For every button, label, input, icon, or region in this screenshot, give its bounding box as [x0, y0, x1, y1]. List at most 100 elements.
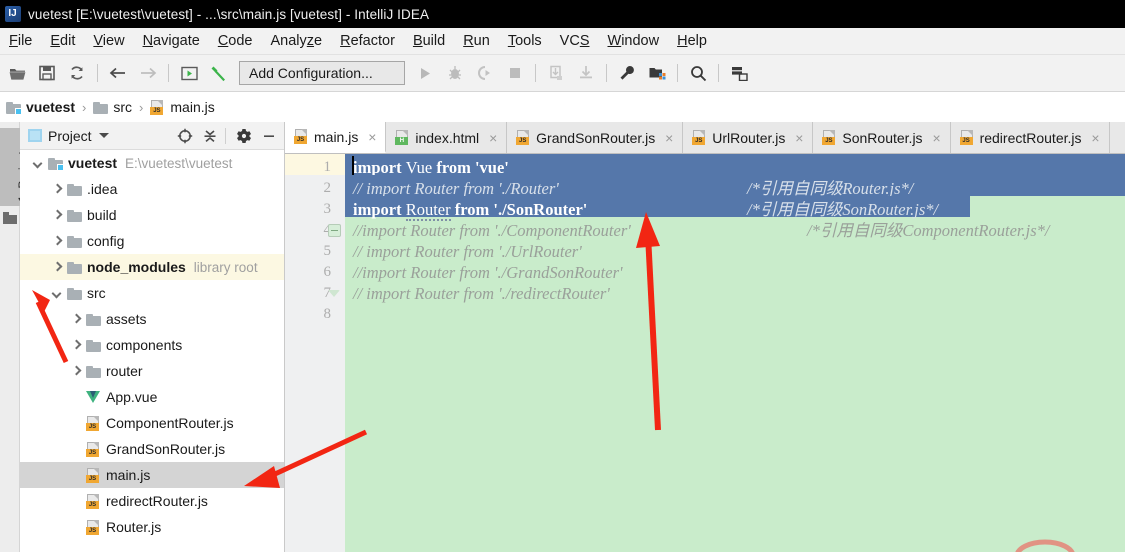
commit-icon[interactable]	[573, 60, 599, 86]
chevron-right-icon[interactable]	[51, 261, 64, 274]
sync-refresh-icon[interactable]	[64, 60, 90, 86]
chevron-right-icon[interactable]	[51, 235, 64, 248]
code-line-3[interactable]: import Router from './SonRouter'	[353, 199, 587, 221]
search-everywhere-icon[interactable]	[685, 60, 711, 86]
editor-area: JS main.js × Hindex.html × JS GrandSonRouter.j…	[285, 122, 1125, 552]
menu-item-help[interactable]: Help	[668, 31, 716, 51]
chevron-right-icon[interactable]	[51, 209, 64, 222]
code-line-5[interactable]: // import Router from './UrlRouter'	[353, 241, 582, 262]
project-panel-title[interactable]: Project	[24, 128, 113, 144]
tree-node-vuetest[interactable]: vuetest E:\vuetest\vuetest	[20, 150, 284, 176]
update-project-icon[interactable]	[543, 60, 569, 86]
server-icon[interactable]	[726, 60, 752, 86]
run-icon[interactable]	[412, 60, 438, 86]
build-hammer-icon[interactable]	[206, 60, 232, 86]
chevron-down-icon[interactable]	[98, 133, 109, 138]
close-icon[interactable]: ×	[931, 131, 943, 145]
tree-node-src[interactable]: src	[20, 280, 284, 306]
chevron-right-icon[interactable]	[51, 183, 64, 196]
menu-item-navigate[interactable]: Navigate	[134, 31, 209, 51]
scroll-from-source-icon[interactable]	[174, 125, 196, 147]
run-coverage-icon[interactable]	[472, 60, 498, 86]
menu-item-analyze[interactable]: Analyze	[262, 31, 332, 51]
tree-node-componentrouter-js[interactable]: JS ComponentRouter.js	[20, 410, 284, 436]
close-icon[interactable]: ×	[366, 130, 378, 144]
folder-icon	[67, 261, 82, 274]
menu-item-vcs[interactable]: VCS	[551, 31, 599, 51]
tree-node--idea[interactable]: .idea	[20, 176, 284, 202]
code-line-7[interactable]: // import Router from './redirectRouter'	[353, 283, 610, 304]
back-arrow-icon[interactable]	[105, 60, 131, 86]
chevron-down-icon[interactable]	[32, 157, 45, 170]
settings-wrench-icon[interactable]	[614, 60, 640, 86]
chevron-right-icon[interactable]	[70, 339, 83, 352]
editor-tab-main-js[interactable]: JS main.js ×	[285, 122, 387, 153]
menu-item-code[interactable]: Code	[209, 31, 262, 51]
breadcrumb-item-label: main.js	[170, 99, 215, 115]
menu-item-build[interactable]: Build	[404, 31, 454, 51]
tree-node-components[interactable]: components	[20, 332, 284, 358]
menu-item-run[interactable]: Run	[454, 31, 499, 51]
menu-item-refactor[interactable]: Refactor	[331, 31, 404, 51]
tree-node-node_modules[interactable]: node_modules library root	[20, 254, 284, 280]
close-icon[interactable]: ×	[487, 131, 499, 145]
code-fold-marker[interactable]	[328, 224, 341, 237]
tree-node-router-js[interactable]: JS Router.js	[20, 514, 284, 540]
breadcrumb-item-vuetest[interactable]: vuetest	[6, 99, 75, 115]
chevron-down-icon[interactable]	[51, 287, 64, 300]
code-line-4[interactable]: //import Router from './ComponentRouter'	[353, 220, 631, 241]
tree-node-redirectrouter-js[interactable]: JS redirectRouter.js	[20, 488, 284, 514]
code-pane[interactable]: import Vue from 'vue'// import Router fr…	[345, 154, 1125, 552]
menu-item-tools[interactable]: Tools	[499, 31, 551, 51]
code-comment-4[interactable]: /*引用自同级ComponentRouter.js*/	[807, 220, 1049, 241]
close-icon[interactable]: ×	[793, 131, 805, 145]
structure-folder-icon[interactable]	[3, 212, 17, 224]
hide-minimize-icon[interactable]	[258, 125, 280, 147]
stop-icon[interactable]	[502, 60, 528, 86]
tree-node-assets[interactable]: assets	[20, 306, 284, 332]
code-comment-3[interactable]: /*引用自同级SonRouter.js*/	[747, 199, 938, 220]
menu-item-edit[interactable]: Edit	[41, 31, 84, 51]
menu-item-view[interactable]: View	[84, 31, 133, 51]
settings-gear-icon[interactable]	[233, 125, 255, 147]
breadcrumb-item-main-js[interactable]: JS main.js	[150, 99, 215, 115]
editor-tab-index-html[interactable]: Hindex.html ×	[386, 122, 508, 153]
chevron-right-icon[interactable]	[70, 365, 83, 378]
menu-item-file[interactable]: File	[0, 31, 41, 51]
forward-arrow-icon[interactable]	[135, 60, 161, 86]
menu-item-label: VCS	[559, 33, 590, 49]
editor-tab-sonrouter-js[interactable]: JS SonRouter.js ×	[813, 122, 951, 153]
collapse-all-icon[interactable]	[199, 125, 221, 147]
code-fold-end-marker[interactable]	[328, 290, 340, 297]
run-configuration-selector[interactable]: Add Configuration...	[239, 61, 405, 85]
run-anything-icon[interactable]	[176, 60, 202, 86]
editor-tab-redirectrouter-js[interactable]: JS redirectRouter.js ×	[950, 122, 1110, 153]
close-icon[interactable]: ×	[663, 131, 675, 145]
menu-item-label: Code	[217, 33, 253, 49]
tree-node-main-js[interactable]: JS main.js	[20, 462, 284, 488]
tree-node-config[interactable]: config	[20, 228, 284, 254]
js-file-icon: JS	[150, 99, 165, 115]
project-structure-icon[interactable]	[644, 60, 670, 86]
tree-node-note: library root	[193, 259, 258, 275]
tree-node-app-vue[interactable]: App.vue	[20, 384, 284, 410]
sidebar-item-project-tab[interactable]: 1: Project	[0, 128, 30, 206]
debug-icon[interactable]	[442, 60, 468, 86]
code-line-6[interactable]: //import Router from './GrandSonRouter'	[353, 262, 623, 283]
save-all-icon[interactable]	[34, 60, 60, 86]
close-icon[interactable]: ×	[1090, 131, 1102, 145]
editor-tab-grandsonrouter-js[interactable]: JS GrandSonRouter.js ×	[507, 122, 684, 153]
open-project-icon[interactable]	[4, 60, 30, 86]
breadcrumb-item-src[interactable]: src	[93, 99, 132, 115]
editor-gutter[interactable]: 1 2 3 4 5 6 7 8	[285, 154, 345, 552]
tree-node-router[interactable]: router	[20, 358, 284, 384]
tree-node-grandsonrouter-js[interactable]: JS GrandSonRouter.js	[20, 436, 284, 462]
module-folder-icon	[6, 101, 22, 115]
menu-item-window[interactable]: Window	[599, 31, 669, 51]
editor-tab-urlrouter-js[interactable]: JS UrlRouter.js ×	[683, 122, 814, 153]
tree-node-build[interactable]: build	[20, 202, 284, 228]
chevron-right-icon[interactable]	[70, 313, 83, 326]
tree-toggle-spacer	[70, 521, 83, 534]
code-editor[interactable]: 1 2 3 4 5 6 7 8 import Vue from 'vue'// import …	[285, 154, 1125, 552]
js-file-icon: JS	[959, 130, 975, 145]
